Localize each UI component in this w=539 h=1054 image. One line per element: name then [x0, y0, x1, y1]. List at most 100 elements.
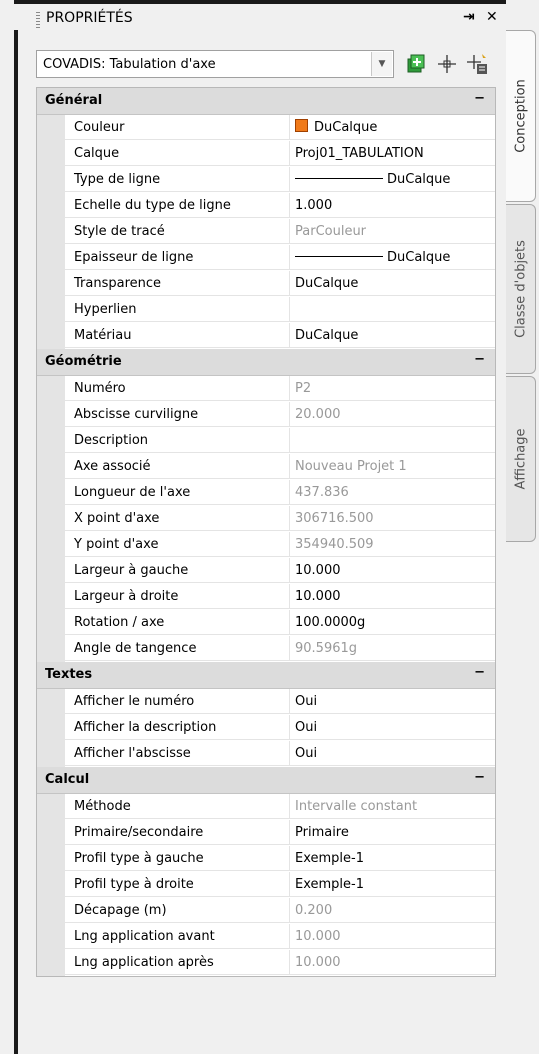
tab-conception[interactable]: Conception [506, 30, 536, 202]
row-gutter [37, 715, 65, 741]
tab-classe-objets[interactable]: Classe d'objets [506, 204, 536, 374]
property-value[interactable]: 100.0000g [290, 610, 495, 635]
row-gutter [37, 167, 65, 193]
object-type-value: COVADIS: Tabulation d'axe [43, 57, 216, 72]
property-row[interactable]: Matériau DuCalque [37, 323, 495, 349]
property-row[interactable]: Style de tracé ParCouleur [37, 219, 495, 245]
property-row[interactable]: X point d'axe 306716.500 [37, 506, 495, 532]
property-row[interactable]: Méthode Intervalle constant [37, 794, 495, 820]
property-name: Y point d'axe [65, 532, 290, 557]
row-gutter [37, 898, 65, 924]
property-name: Largeur à gauche [65, 558, 290, 583]
toggle-pickadd-icon[interactable] [404, 52, 428, 76]
property-row[interactable]: Décapage (m) 0.200 [37, 898, 495, 924]
property-value[interactable]: DuCalque [290, 167, 495, 192]
property-row[interactable]: Largeur à gauche 10.000 [37, 558, 495, 584]
tab-affichage[interactable]: Affichage [506, 376, 536, 542]
collapse-icon[interactable]: − [474, 91, 485, 106]
property-row[interactable]: Couleur DuCalque [37, 115, 495, 141]
property-row[interactable]: Description [37, 428, 495, 454]
property-row[interactable]: Largeur à droite 10.000 [37, 584, 495, 610]
property-value: 306716.500 [290, 506, 495, 531]
property-row[interactable]: Lng application après 10.000 [37, 950, 495, 976]
row-gutter [37, 376, 65, 402]
property-name: Epaisseur de ligne [65, 245, 290, 270]
property-row[interactable]: Afficher la description Oui [37, 715, 495, 741]
property-row[interactable]: Afficher le numéro Oui [37, 689, 495, 715]
property-name: Rotation / axe [65, 610, 290, 635]
object-type-select[interactable]: COVADIS: Tabulation d'axe ▼ [36, 50, 394, 78]
property-value[interactable]: DuCalque [290, 271, 495, 296]
row-gutter [37, 558, 65, 584]
property-value[interactable]: Oui [290, 741, 495, 766]
property-name: Afficher la description [65, 715, 290, 740]
property-value[interactable]: Proj01_TABULATION [290, 141, 495, 166]
select-objects-icon[interactable] [435, 52, 459, 76]
property-value[interactable] [290, 428, 495, 453]
property-row[interactable]: Longueur de l'axe 437.836 [37, 480, 495, 506]
property-value[interactable]: Primaire [290, 820, 495, 845]
category-textes[interactable]: Textes − [37, 662, 495, 689]
property-name: Calque [65, 141, 290, 166]
category-general[interactable]: Général − [37, 88, 495, 115]
property-row[interactable]: Calque Proj01_TABULATION [37, 141, 495, 167]
property-row[interactable]: Angle de tangence 90.5961g [37, 636, 495, 662]
palette-left-border [14, 30, 18, 1054]
category-calcul[interactable]: Calcul − [37, 767, 495, 794]
linetype-value: DuCalque [387, 172, 451, 187]
row-gutter [37, 480, 65, 506]
pin-icon[interactable]: ⇥ [463, 9, 475, 25]
row-gutter [37, 428, 65, 454]
property-row[interactable]: Rotation / axe 100.0000g [37, 610, 495, 636]
property-row[interactable]: Axe associé Nouveau Projet 1 [37, 454, 495, 480]
property-name: Axe associé [65, 454, 290, 479]
row-gutter [37, 794, 65, 820]
collapse-icon[interactable]: − [474, 352, 485, 367]
property-row[interactable]: Profil type à droite Exemple-1 [37, 872, 495, 898]
property-row[interactable]: Echelle du type de ligne 1.000 [37, 193, 495, 219]
property-row[interactable]: Profil type à gauche Exemple-1 [37, 846, 495, 872]
property-value[interactable] [290, 297, 495, 322]
property-name: Abscisse curviligne [65, 402, 290, 427]
row-gutter [37, 610, 65, 636]
property-row[interactable]: Afficher l'abscisse Oui [37, 741, 495, 767]
property-row[interactable]: Transparence DuCalque [37, 271, 495, 297]
collapse-icon[interactable]: − [474, 665, 485, 680]
property-value[interactable]: Exemple-1 [290, 872, 495, 897]
drag-grip-icon[interactable] [36, 12, 40, 28]
property-row[interactable]: Primaire/secondaire Primaire [37, 820, 495, 846]
property-value: 10.000 [290, 924, 495, 949]
property-value[interactable]: 10.000 [290, 558, 495, 583]
property-row[interactable]: Y point d'axe 354940.509 [37, 532, 495, 558]
property-row[interactable]: Hyperlien [37, 297, 495, 323]
category-label: Textes [45, 667, 93, 682]
tab-label: Affichage [513, 428, 528, 490]
property-value[interactable]: 1.000 [290, 193, 495, 218]
property-value[interactable]: Oui [290, 715, 495, 740]
property-row[interactable]: Abscisse curviligne 20.000 [37, 402, 495, 428]
color-swatch-icon [295, 119, 308, 132]
quick-select-icon[interactable] [465, 52, 489, 76]
property-value[interactable]: Oui [290, 689, 495, 714]
property-value[interactable]: Exemple-1 [290, 846, 495, 871]
close-icon[interactable]: ✕ [486, 9, 498, 25]
property-name: Largeur à droite [65, 584, 290, 609]
property-name: Echelle du type de ligne [65, 193, 290, 218]
property-value[interactable]: 10.000 [290, 584, 495, 609]
palette-title: PROPRIÉTÉS [46, 10, 133, 26]
row-gutter [37, 846, 65, 872]
palette-titlebar[interactable]: PROPRIÉTÉS ⇥ ✕ [14, 0, 506, 30]
property-name: Profil type à gauche [65, 846, 290, 871]
property-row[interactable]: Epaisseur de ligne DuCalque [37, 245, 495, 271]
property-value[interactable]: DuCalque [290, 115, 495, 140]
collapse-icon[interactable]: − [474, 770, 485, 785]
property-value[interactable]: DuCalque [290, 245, 495, 270]
property-row[interactable]: Type de ligne DuCalque [37, 167, 495, 193]
property-name: Décapage (m) [65, 898, 290, 923]
color-value: DuCalque [314, 120, 378, 135]
category-geometrie[interactable]: Géométrie − [37, 349, 495, 376]
chevron-down-icon[interactable]: ▼ [371, 52, 392, 76]
property-row[interactable]: Numéro P2 [37, 376, 495, 402]
property-value[interactable]: DuCalque [290, 323, 495, 348]
property-row[interactable]: Lng application avant 10.000 [37, 924, 495, 950]
